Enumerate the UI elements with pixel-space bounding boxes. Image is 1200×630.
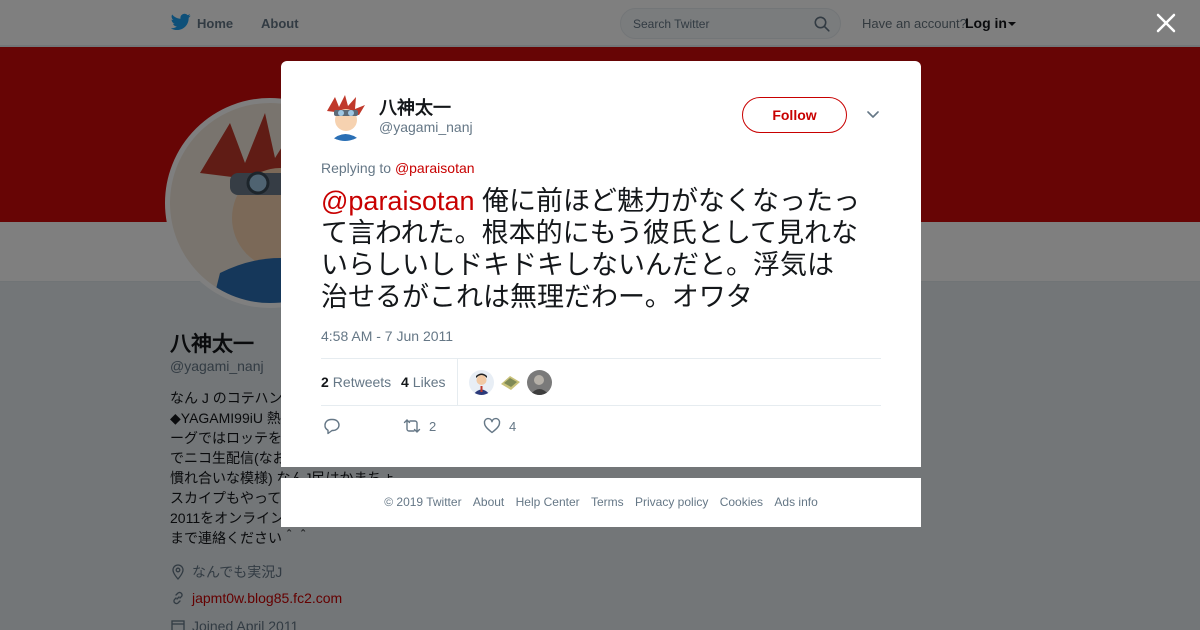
liker-avatar[interactable] [527, 370, 552, 395]
footer-about-link[interactable]: About [473, 495, 504, 509]
retweet-icon [403, 419, 421, 433]
tweet-modal: 八神太一 @yagami_nanj Follow Replying to @pa… [281, 61, 921, 467]
liker-avatar-image [498, 370, 523, 395]
retweets-count: 2 [321, 374, 329, 390]
liker-avatar-image [469, 370, 494, 395]
tweet-author-avatar[interactable] [321, 93, 369, 141]
likes-stat[interactable]: 4 Likes [401, 374, 445, 390]
tweet-text: @paraisotan 俺に前ほど魅力がなくなったっ て言われた。根本的にもう彼… [321, 185, 881, 313]
like-count: 4 [509, 419, 517, 434]
footer-privacy-link[interactable]: Privacy policy [635, 495, 708, 509]
liker-avatar-image [527, 370, 552, 395]
tweet-actions: 2 4 [321, 417, 881, 441]
tweet-stats: 2 Retweets 4 Likes [321, 358, 881, 406]
tweet-timestamp[interactable]: 4:58 AM - 7 Jun 2011 [321, 328, 453, 344]
footer-ads-info-link[interactable]: Ads info [774, 495, 817, 509]
follow-button[interactable]: Follow [742, 97, 847, 133]
replying-prefix: Replying to [321, 160, 392, 176]
retweet-button[interactable]: 2 [403, 417, 436, 437]
footer-copyright: © 2019 Twitter [384, 495, 462, 509]
like-button[interactable]: 4 [483, 417, 516, 437]
likes-label: Likes [412, 374, 446, 390]
chevron-down-icon[interactable] [867, 111, 879, 119]
tweet-author-name[interactable]: 八神太一 [379, 94, 451, 120]
retweet-count: 2 [429, 419, 437, 434]
tweet-text-line: 俺に前ほど魅力がなくなったっ [474, 186, 861, 216]
tweet-text-line: 治せるがこれは無理だわー。オワタ [321, 282, 753, 312]
tweet-author-handle[interactable]: @yagami_nanj [379, 119, 473, 135]
close-icon[interactable] [1155, 12, 1177, 34]
heart-icon [483, 417, 501, 434]
tweet-text-line: いらしいしドキドキしないんだと。浮気は [321, 250, 834, 280]
reply-icon [324, 418, 340, 435]
likes-count: 4 [401, 374, 409, 390]
tweet-author-avatar-image [321, 93, 369, 141]
footer-help-center-link[interactable]: Help Center [516, 495, 580, 509]
modal-footer: © 2019 Twitter About Help Center Terms P… [281, 478, 921, 527]
footer-terms-link[interactable]: Terms [591, 495, 624, 509]
tweet-text-line: て言われた。根本的にもう彼氏として見れな [321, 218, 859, 248]
footer-cookies-link[interactable]: Cookies [720, 495, 763, 509]
tweet-mention-link[interactable]: @paraisotan [321, 186, 475, 216]
liker-avatar[interactable] [498, 370, 523, 395]
retweets-stat[interactable]: 2 Retweets [321, 374, 391, 390]
replying-to: Replying to @paraisotan [321, 160, 475, 176]
replying-to-link[interactable]: @paraisotan [395, 160, 475, 176]
retweets-label: Retweets [332, 374, 392, 390]
liker-avatar[interactable] [469, 370, 494, 395]
stats-divider [457, 359, 458, 406]
reply-button[interactable] [323, 417, 341, 437]
